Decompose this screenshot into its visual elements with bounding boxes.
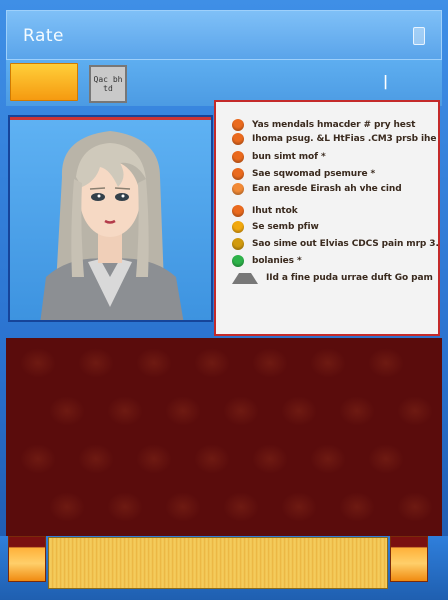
- bullet-icon: [232, 119, 244, 131]
- bullet-icon: [232, 221, 244, 233]
- list-item-text: bolanies *: [252, 256, 302, 266]
- list-item-text: Ihoma psug. &L HtFias .CM3 prsb ihe: [252, 134, 437, 144]
- document-icon[interactable]: [413, 27, 425, 45]
- warning-icon: [232, 272, 258, 284]
- list-item-text: Sae sqwomad psemure *: [252, 169, 376, 179]
- character-portrait-panel: [8, 115, 213, 322]
- list-item-text: Ihut ntok: [252, 206, 298, 216]
- list-item[interactable]: Se semb pfiw: [232, 220, 319, 234]
- list-item[interactable]: bolanies *: [232, 254, 302, 268]
- list-item-text: Sao sime out Elvias CDCS pain mrp 3.: [252, 239, 439, 249]
- toolbar-indicator: |: [383, 74, 389, 90]
- list-item-text: IId a fine puda urrae duft Go pam: [266, 273, 433, 283]
- left-action-button[interactable]: [8, 536, 46, 582]
- bullet-icon: [232, 168, 244, 180]
- list-item-text: Yas mendals hmacder # pry hest: [252, 120, 416, 130]
- bullet-icon: [232, 238, 244, 250]
- list-item[interactable]: IId a fine puda urrae duft Go pam: [232, 271, 433, 285]
- bullet-icon: [232, 183, 244, 195]
- title-bar: Rate: [6, 10, 442, 60]
- list-item[interactable]: Ean aresde Eirash ah vhe cind: [232, 182, 402, 196]
- list-item[interactable]: Ihoma psug. &L HtFias .CM3 prsb ihe: [232, 132, 436, 146]
- list-item[interactable]: Sae sqwomad psemure *: [232, 167, 375, 181]
- bullet-icon: [232, 151, 244, 163]
- list-item-text: Se semb pfiw: [252, 222, 319, 232]
- list-item[interactable]: bun simt mof *: [232, 150, 326, 164]
- right-action-button[interactable]: [390, 536, 428, 582]
- list-item[interactable]: Yas mendals hmacder # pry hest: [232, 118, 415, 132]
- bullet-icon: [232, 205, 244, 217]
- orange-tab-button[interactable]: [10, 63, 78, 101]
- game-board[interactable]: [6, 338, 442, 536]
- qr-code-button[interactable]: Qac bhtd: [89, 65, 127, 103]
- progress-bar: [48, 537, 388, 589]
- bullet-icon: [232, 133, 244, 145]
- window-title: Rate: [23, 26, 64, 46]
- bullet-icon: [232, 255, 244, 267]
- list-item[interactable]: Ihut ntok: [232, 204, 298, 218]
- qr-code-label: Qac bhtd: [93, 75, 123, 93]
- progress-fill: [49, 538, 387, 588]
- list-item-text: bun simt mof *: [252, 152, 326, 162]
- list-item-text: Ean aresde Eirash ah vhe cind: [252, 184, 402, 194]
- list-item[interactable]: Sao sime out Elvias CDCS pain mrp 3.: [232, 237, 439, 251]
- info-panel: Yas mendals hmacder # pry hest Ihoma psu…: [214, 100, 440, 336]
- character-avatar-icon: [40, 131, 184, 320]
